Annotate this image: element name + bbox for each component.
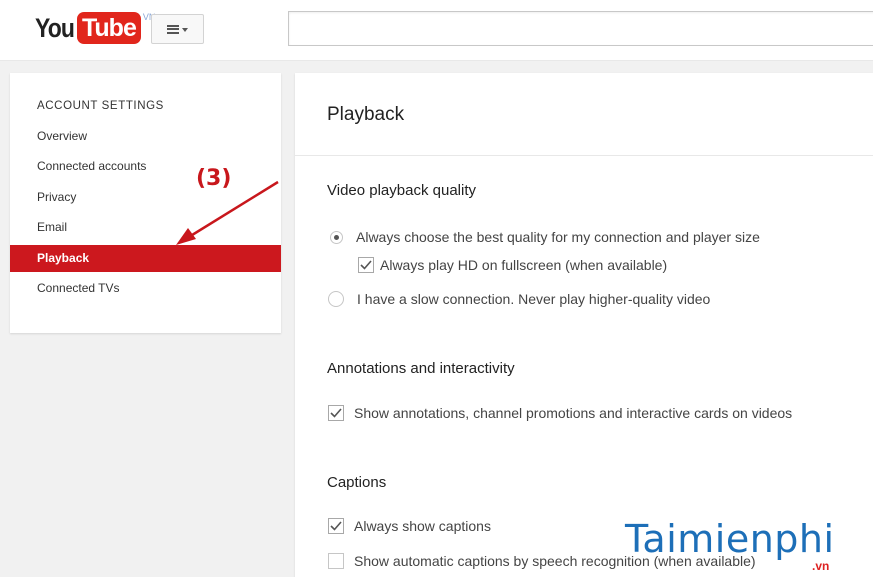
radio-best-quality[interactable] [330, 230, 343, 244]
checkmark-icon [330, 521, 342, 531]
sidebar-item-connected-tvs[interactable]: Connected TVs [10, 275, 281, 302]
hamburger-menu-icon [167, 24, 179, 34]
checkmark-icon [330, 408, 342, 418]
checkbox-hd-fullscreen[interactable] [358, 257, 374, 273]
search-input[interactable] [288, 11, 873, 46]
radio-slow-connection[interactable] [328, 291, 344, 307]
panel-header: Playback [295, 73, 873, 156]
option-always-captions[interactable]: Always show captions [328, 518, 491, 534]
checkbox-always-captions[interactable] [328, 518, 344, 534]
page-title: Playback [327, 104, 405, 125]
option-show-annotations[interactable]: Show annotations, channel promotions and… [328, 405, 792, 421]
section-title-video-quality: Video playback quality [327, 182, 476, 199]
caret-down-icon [182, 28, 188, 32]
sidebar-item-playback[interactable]: Playback [10, 245, 281, 272]
annotation-arrow-icon [176, 180, 279, 245]
option-show-annotations-label: Show annotations, channel promotions and… [354, 405, 793, 421]
watermark-logo: Taimienphi [625, 517, 835, 561]
guide-menu-button[interactable] [151, 14, 204, 44]
option-hd-fullscreen-label: Always play HD on fullscreen (when avail… [380, 257, 668, 273]
option-hd-fullscreen[interactable]: Always play HD on fullscreen (when avail… [358, 257, 667, 273]
option-slow-connection[interactable]: I have a slow connection. Never play hig… [328, 291, 710, 307]
playback-settings-panel: Playback Video playback quality Always c… [295, 73, 873, 577]
checkbox-auto-captions[interactable] [328, 553, 344, 569]
checkbox-show-annotations[interactable] [328, 405, 344, 421]
sidebar-title: ACCOUNT SETTINGS [37, 100, 164, 112]
watermark-domain: .vn [812, 559, 830, 573]
checkmark-icon [360, 260, 372, 270]
option-slow-connection-label: I have a slow connection. Never play hig… [357, 291, 711, 307]
logo-you-text: You [35, 13, 75, 43]
option-always-captions-label: Always show captions [354, 518, 491, 534]
youtube-logo[interactable]: You Tube VN [35, 10, 155, 46]
section-title-captions: Captions [327, 474, 387, 491]
top-header: You Tube VN [0, 0, 873, 61]
sidebar-item-overview[interactable]: Overview [10, 123, 281, 150]
option-best-quality[interactable]: Always choose the best quality for my co… [330, 229, 760, 245]
section-title-annotations: Annotations and interactivity [327, 360, 515, 377]
sidebar-item-connected-accounts[interactable]: Connected accounts [10, 153, 281, 180]
logo-tube-text: Tube [77, 12, 141, 44]
option-best-quality-label: Always choose the best quality for my co… [356, 229, 760, 245]
